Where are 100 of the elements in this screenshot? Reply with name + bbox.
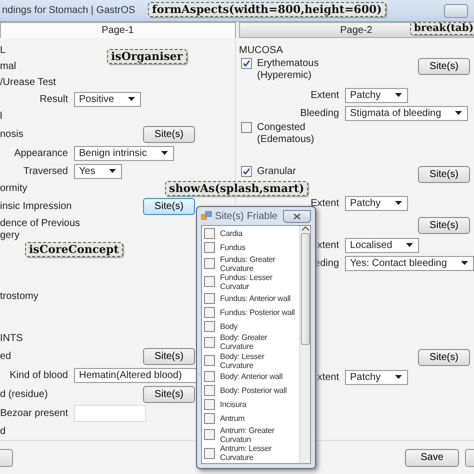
sites-button[interactable]: Site(s) [143,126,195,142]
checkbox-label: Granular [257,166,296,178]
list-item[interactable]: Body: Posterior wall [220,386,299,396]
list-item[interactable]: Body: Anterior wall [220,372,299,382]
checkbox[interactable] [204,429,215,440]
field-label: Result [40,94,68,104]
dropdown[interactable]: Benign intrinsic [74,146,174,160]
minimize-button[interactable] [444,4,468,18]
checkbox[interactable] [204,448,215,459]
field-label: Extent [310,198,339,208]
checkbox[interactable] [204,355,215,366]
field-label: trostomy [0,290,38,302]
checkbox[interactable] [204,413,215,424]
checkbox[interactable] [241,166,252,177]
input-field[interactable] [74,405,146,422]
annotation-label: isOrganiser [107,49,187,64]
field-label: d (residue) [0,388,48,400]
list-item[interactable]: Fundus: Posterior wall [220,308,299,317]
checkbox[interactable] [204,258,215,270]
save-button[interactable]: Save [405,448,459,466]
caret-icon [394,375,402,379]
checkbox-label: Congested (Edematous) [257,122,316,146]
sites-button[interactable]: Site(s) [143,386,195,402]
sites-button[interactable]: Site(s) [418,58,470,75]
field-label: dence of Previous gery [0,218,82,242]
caret-icon [455,111,462,115]
dropdown[interactable]: Patchy [345,370,408,384]
window-title: ndings for Stomach | GastrOS [2,5,136,16]
annotation-label: break(tab) [410,22,474,35]
dropdown[interactable]: Patchy [345,196,408,210]
section-heading: MUCOSA [239,44,283,56]
dropdown[interactable]: Yes [74,164,122,178]
checkbox[interactable] [204,320,215,332]
list-item[interactable]: Body [220,322,299,331]
checkbox[interactable] [204,371,215,382]
caret-icon [109,169,116,173]
tab[interactable]: Page-1 [0,22,236,38]
close-icon [293,212,301,220]
window-icon [201,211,212,221]
field-label: mal [0,60,16,72]
caret-icon [160,151,168,155]
list-item[interactable]: Fundus: Greater Curvature [220,254,299,273]
field-label: Appearance [14,148,68,158]
scroll-up-icon[interactable] [302,226,308,231]
list-item[interactable]: Body: Lesser Curvature [220,352,299,370]
checkbox[interactable] [241,122,252,133]
field-label: Extent [310,90,339,100]
list-item[interactable]: Cardia [220,229,299,238]
field-label: Bezoar present [0,408,68,419]
field-label: Traversed [23,166,68,176]
field-label: ed [0,350,12,362]
dropdown[interactable]: Yes: Contact bleeding [345,256,474,270]
caret-icon [460,261,468,265]
field-label: ormity [0,182,28,194]
annotation-label: formAspects(width=800,height=600) [148,2,386,17]
field-label: nosis [0,128,24,140]
checkbox-label: Erythematous (Hyperemic) [257,58,320,82]
list-item[interactable]: Fundus: Anterior wall [220,294,299,303]
list-item[interactable]: Antrum [220,414,299,424]
checkbox[interactable] [204,292,215,304]
dropdown[interactable]: Stigmata of bleeding [345,106,468,120]
scrollbar[interactable] [299,226,310,463]
field-label: Kind of blood [10,370,68,380]
field-label: xtent [317,240,339,250]
dropdown[interactable]: Localised [345,238,420,252]
list-item[interactable]: Fundus [220,243,299,252]
list-item[interactable]: Body: Greater Curvature [220,333,299,352]
sites-button[interactable]: Site(s) [418,166,470,183]
annotation-label: isCoreConcept [25,242,123,257]
field-label: Bleeding [300,108,339,118]
list-item[interactable]: Fundus: Lesser Curvatur [220,273,299,291]
checkbox[interactable] [204,336,215,348]
cut-off-button[interactable] [0,448,13,466]
checkbox[interactable] [204,385,215,396]
dropdown[interactable]: Positive [74,92,142,106]
checkbox[interactable] [204,228,215,239]
list-item[interactable]: Antrum: Greater Curvatun [220,426,299,444]
checkbox[interactable] [204,399,215,410]
dropdown[interactable]: Patchy [345,88,408,102]
sites-button[interactable]: Site(s) [418,216,470,234]
cut-off-button[interactable] [465,448,474,466]
field-label: l [0,110,2,122]
checkbox-label: Friable [246,210,278,222]
sites-button[interactable]: Site(s) [143,198,195,214]
field-label: insic Impression [0,200,72,212]
section-heading: L [0,44,6,56]
checkbox[interactable] [204,306,215,318]
checkbox[interactable] [204,242,215,253]
close-button[interactable] [283,210,311,222]
sites-button[interactable]: Site(s) [418,348,470,366]
section-heading: INTS [0,332,23,344]
sites-button[interactable]: Site(s) [143,348,195,364]
field-label: /Urease Test [0,76,56,88]
caret-icon [406,243,414,247]
checkbox[interactable] [241,58,252,69]
checkbox[interactable] [204,276,215,288]
field-label: d [0,426,6,436]
list-item[interactable]: Incisura [220,400,299,410]
list-item[interactable]: Antrum: Lesser Curvature [220,444,299,462]
annotation-label: showAs(splash,smart) [165,181,308,196]
